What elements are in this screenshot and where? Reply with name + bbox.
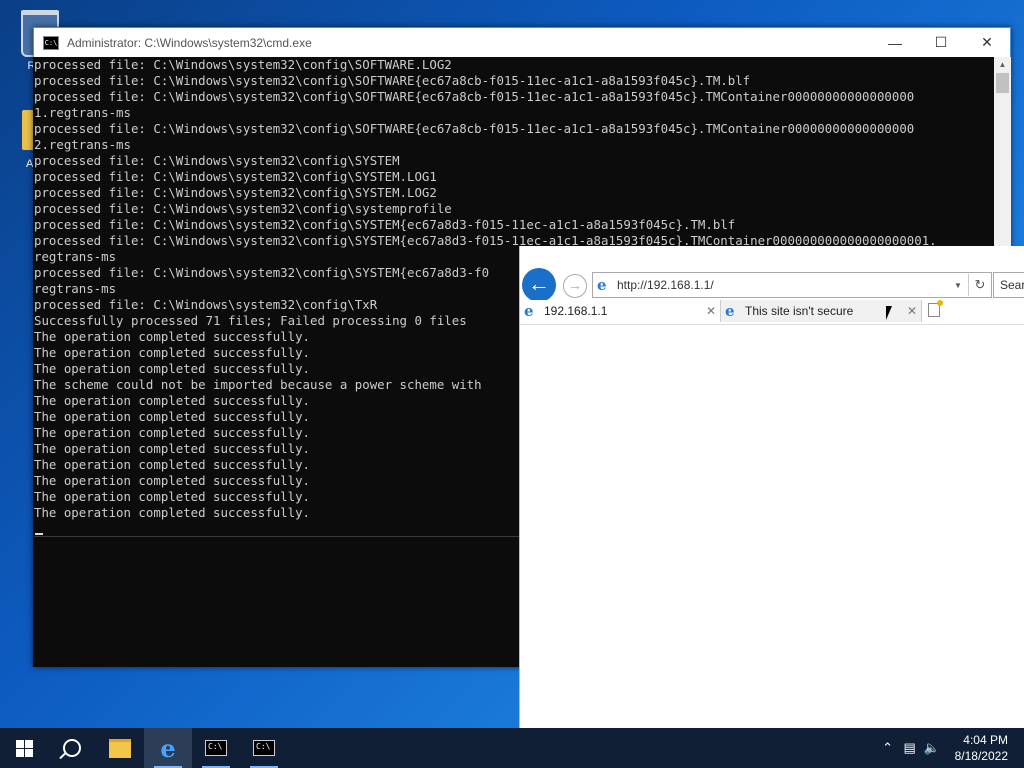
start-button[interactable] bbox=[0, 728, 48, 768]
internet-explorer-icon: e bbox=[160, 733, 176, 763]
scroll-up-icon[interactable]: ▲ bbox=[994, 57, 1011, 73]
address-bar[interactable]: e http://192.168.1.1/ ▼ ↻ bbox=[592, 272, 992, 298]
chevron-down-icon[interactable]: ▼ bbox=[954, 281, 968, 290]
address-input[interactable]: http://192.168.1.1/ bbox=[617, 278, 954, 292]
clock-time: 4:04 PM bbox=[963, 733, 1008, 747]
cmd-cursor bbox=[35, 533, 43, 535]
cmd-output-line: processed file: C:\Windows\system32\conf… bbox=[34, 201, 452, 216]
cmd-output-line: processed file: C:\Windows\system32\conf… bbox=[34, 73, 751, 88]
maximize-button[interactable]: ☐ bbox=[918, 28, 964, 57]
network-icon[interactable]: ▤ bbox=[899, 740, 921, 756]
ie-page-icon: e bbox=[597, 276, 607, 294]
taskbar: e C:\ C:\ ⌃ ▤ 🔈 4:04 PM 8/18/2022 bbox=[0, 728, 1024, 768]
ie-window[interactable]: ← → e http://192.168.1.1/ ▼ ↻ Searc e 19… bbox=[519, 246, 1024, 728]
folder-icon bbox=[109, 738, 131, 758]
cmd-window-title: Administrator: C:\Windows\system32\cmd.e… bbox=[67, 35, 312, 50]
volume-muted-icon[interactable]: 🔈 bbox=[921, 740, 943, 756]
windows-logo-icon bbox=[15, 739, 33, 757]
internet-explorer-button[interactable]: e bbox=[144, 728, 192, 768]
minimize-button[interactable]: — bbox=[872, 28, 918, 57]
cmd-titlebar[interactable]: C:\ Administrator: C:\Windows\system32\c… bbox=[33, 27, 1011, 57]
close-tab-icon[interactable]: ✕ bbox=[702, 304, 720, 318]
search-input[interactable]: Searc bbox=[993, 272, 1024, 298]
new-tab-button[interactable] bbox=[924, 300, 944, 320]
chevron-up-icon[interactable]: ⌃ bbox=[877, 740, 899, 756]
file-explorer-button[interactable] bbox=[96, 728, 144, 768]
cmd-scrollbar[interactable]: ▲ bbox=[994, 57, 1011, 246]
cmd-output-line: processed file: C:\Windows\system32\conf… bbox=[34, 57, 452, 72]
cmd-icon: C:\ bbox=[205, 740, 227, 756]
tab-label: This site isn't secure bbox=[745, 304, 854, 318]
cmd-taskbar-button-1[interactable]: C:\ bbox=[192, 728, 240, 768]
cmd-taskbar-button-2[interactable]: C:\ bbox=[240, 728, 288, 768]
tab-label: 192.168.1.1 bbox=[544, 304, 608, 318]
refresh-icon[interactable]: ↻ bbox=[968, 274, 991, 296]
cmd-output-line: processed file: C:\Windows\system32\conf… bbox=[34, 89, 915, 104]
back-button[interactable]: ← bbox=[522, 268, 556, 302]
cmd-output-line: processed file: C:\Windows\system32\conf… bbox=[34, 121, 915, 136]
cmd-app-icon: C:\ bbox=[43, 35, 59, 50]
search-button[interactable] bbox=[48, 728, 96, 768]
cmd-output-line: processed file: C:\Windows\system32\conf… bbox=[34, 169, 437, 184]
ie-tab-icon: e bbox=[524, 302, 534, 320]
cmd-output-line: processed file: C:\Windows\system32\conf… bbox=[34, 185, 437, 200]
clock-date: 8/18/2022 bbox=[954, 749, 1008, 763]
forward-button[interactable]: → bbox=[563, 274, 587, 298]
system-tray: ⌃ ▤ 🔈 4:04 PM 8/18/2022 bbox=[877, 728, 1024, 768]
cmd-output-line: 2.regtrans-ms bbox=[34, 137, 131, 152]
cmd-output-line: processed file: C:\Windows\system32\conf… bbox=[34, 217, 736, 232]
search-icon bbox=[63, 739, 81, 757]
tab-192-168-1-1[interactable]: e 192.168.1.1 ✕ bbox=[520, 300, 721, 322]
cmd-icon: C:\ bbox=[253, 740, 275, 756]
new-tab-icon bbox=[928, 300, 943, 317]
cmd-divider bbox=[34, 536, 519, 537]
mouse-pointer-icon bbox=[886, 306, 898, 320]
close-tab-icon[interactable]: ✕ bbox=[903, 304, 921, 318]
scroll-thumb[interactable] bbox=[996, 73, 1009, 93]
cmd-output-line: processed file: C:\Windows\system32\conf… bbox=[34, 153, 400, 168]
tab-bar: e 192.168.1.1 ✕ e This site isn't secure… bbox=[520, 300, 1024, 325]
ie-tab-icon: e bbox=[725, 302, 735, 320]
close-button[interactable]: ✕ bbox=[964, 28, 1010, 57]
cmd-output-line: 1.regtrans-ms bbox=[34, 105, 131, 120]
clock[interactable]: 4:04 PM 8/18/2022 bbox=[943, 732, 1024, 764]
